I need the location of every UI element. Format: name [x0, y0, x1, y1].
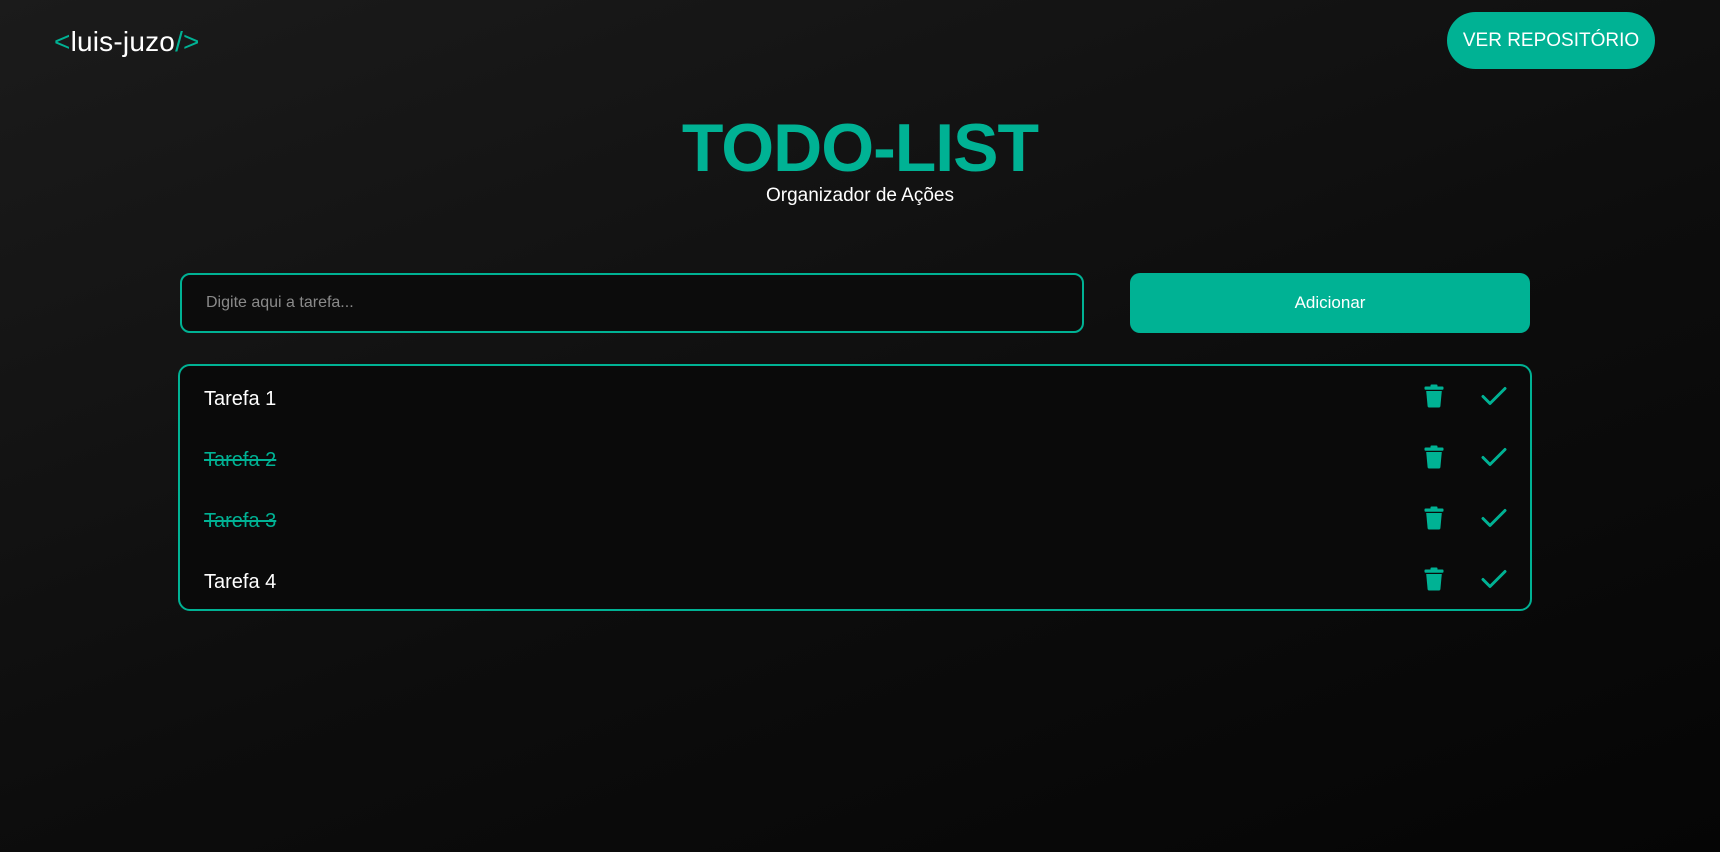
check-icon[interactable]: [1476, 561, 1512, 597]
page-subtitle: Organizador de Ações: [765, 185, 954, 206]
header: <luis-juzo/> VER REPOSITÓRIO: [0, 0, 1720, 84]
logo[interactable]: <luis-juzo/>: [54, 24, 200, 60]
trash-icon[interactable]: [1416, 500, 1452, 536]
check-icon[interactable]: [1476, 439, 1512, 475]
logo-open-bracket: <: [54, 26, 71, 57]
trash-icon[interactable]: [1416, 561, 1452, 597]
task-item: Tarefa 1: [180, 374, 1530, 424]
logo-name: luis-juzo: [70, 26, 176, 57]
task-item: Tarefa 4: [180, 557, 1530, 607]
add-task-button[interactable]: Adicionar: [1130, 273, 1530, 333]
task-list: Tarefa 1 Tarefa 2 Tarefa 3 Tarefa 4: [178, 364, 1532, 611]
task-item: Tarefa 2: [180, 435, 1530, 485]
trash-icon[interactable]: [1416, 378, 1452, 414]
task-text[interactable]: Tarefa 1: [204, 386, 276, 412]
task-item: Tarefa 3: [180, 496, 1530, 546]
view-repository-button[interactable]: VER REPOSITÓRIO: [1447, 12, 1655, 69]
check-icon[interactable]: [1476, 500, 1512, 536]
task-text[interactable]: Tarefa 3: [204, 508, 276, 534]
task-text[interactable]: Tarefa 2: [204, 447, 276, 473]
task-text[interactable]: Tarefa 4: [204, 569, 276, 595]
logo-close-bracket: />: [175, 26, 200, 57]
page-title: TODO-LIST: [681, 110, 1039, 186]
trash-icon[interactable]: [1416, 439, 1452, 475]
check-icon[interactable]: [1476, 378, 1512, 414]
task-input[interactable]: [180, 273, 1084, 333]
